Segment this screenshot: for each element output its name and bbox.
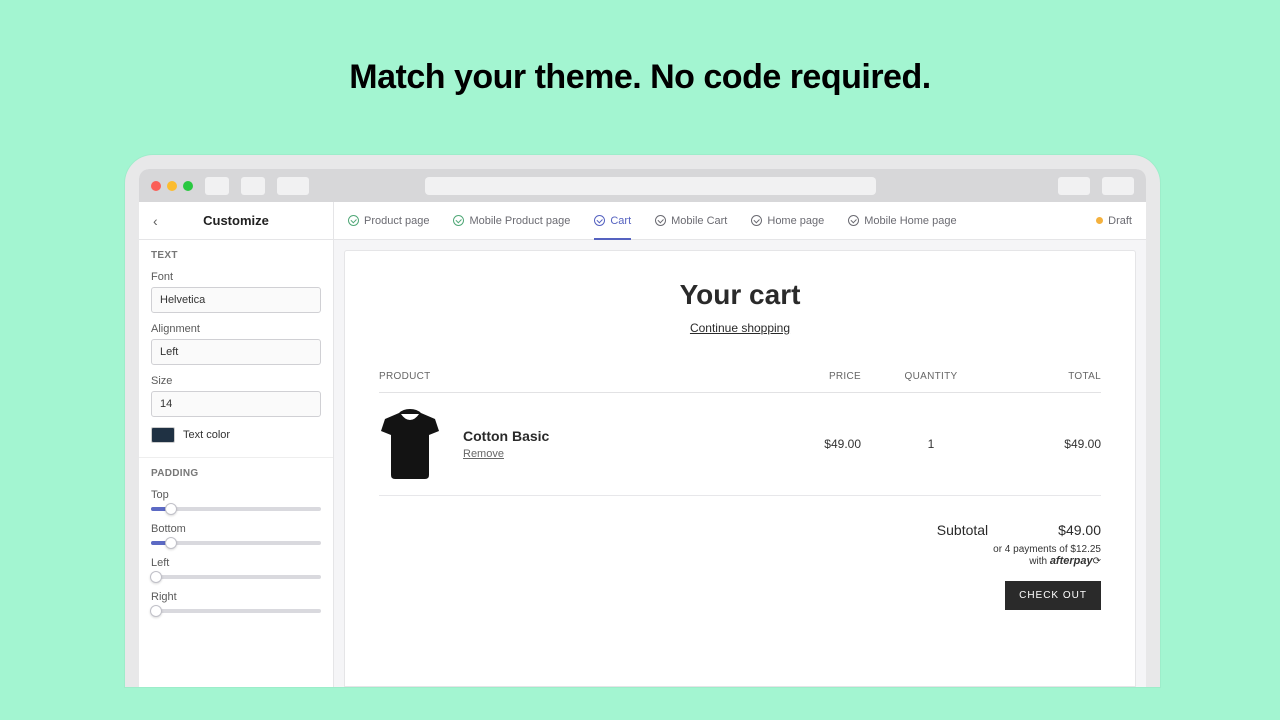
status-badge: Draft [1096, 215, 1132, 227]
tab-cart[interactable]: Cart [594, 202, 631, 239]
cart-summary: Subtotal $49.00 or 4 payments of $12.25 … [379, 522, 1101, 610]
tab-mobile-home-page[interactable]: Mobile Home page [848, 202, 956, 239]
remove-link[interactable]: Remove [463, 448, 549, 460]
close-icon[interactable] [151, 181, 161, 191]
col-price: PRICE [761, 371, 861, 382]
slider-label: Right [151, 591, 321, 603]
status-label: Draft [1108, 215, 1132, 227]
traffic-lights [151, 181, 193, 191]
slider-label: Top [151, 489, 321, 501]
subtotal-row: Subtotal $49.00 [379, 522, 1101, 538]
cart-row: Cotton Basic Remove $49.00 1 $49.00 [379, 393, 1101, 496]
chrome-button [1058, 177, 1090, 195]
col-quantity: QUANTITY [861, 371, 1001, 382]
cart-title: Your cart [379, 279, 1101, 311]
tab-home-page[interactable]: Home page [751, 202, 824, 239]
padding-top-row: Top [151, 489, 321, 511]
cart-table: PRODUCT PRICE QUANTITY TOTAL [379, 371, 1101, 496]
section-heading: PADDING [151, 468, 321, 479]
total-cell: $49.00 [1001, 437, 1101, 451]
main-panel: Product page Mobile Product page Cart Mo… [334, 202, 1146, 687]
afterpay-text: or 4 payments of $12.25 with afterpay⟳ [379, 544, 1101, 567]
padding-right-row: Right [151, 591, 321, 613]
hero-title: Match your theme. No code required. [0, 0, 1280, 97]
check-circle-icon [751, 215, 762, 226]
check-circle-icon [848, 215, 859, 226]
address-bar[interactable] [425, 177, 876, 195]
tshirt-icon [379, 409, 441, 479]
padding-bottom-row: Bottom [151, 523, 321, 545]
slider-label: Bottom [151, 523, 321, 535]
tab-label: Cart [610, 215, 631, 227]
subtotal-value: $49.00 [1058, 522, 1101, 538]
size-label: Size [151, 375, 321, 387]
status-dot-icon [1096, 217, 1103, 224]
text-color-label: Text color [183, 429, 230, 441]
afterpay-prefix: with [1029, 556, 1050, 567]
chrome-button [205, 177, 229, 195]
section-heading: TEXT [151, 250, 321, 261]
browser-chrome [139, 169, 1146, 202]
alignment-select[interactable] [151, 339, 321, 365]
browser-window: ‹ Customize TEXT Font Alignment Size Tex… [139, 169, 1146, 687]
app-body: ‹ Customize TEXT Font Alignment Size Tex… [139, 202, 1146, 687]
check-circle-icon [348, 215, 359, 226]
color-swatch-icon[interactable] [151, 427, 175, 443]
font-select[interactable] [151, 287, 321, 313]
slider-thumb-icon[interactable] [165, 503, 177, 515]
sidebar-header: ‹ Customize [139, 202, 333, 240]
col-total: TOTAL [1001, 371, 1101, 382]
size-input[interactable] [151, 391, 321, 417]
padding-left-slider[interactable] [151, 575, 321, 579]
padding-top-slider[interactable] [151, 507, 321, 511]
tab-mobile-cart[interactable]: Mobile Cart [655, 202, 727, 239]
tab-label: Product page [364, 215, 429, 227]
text-color-row[interactable]: Text color [151, 427, 321, 443]
checkout-button[interactable]: CHECK OUT [1005, 581, 1101, 610]
text-section: TEXT Font Alignment Size Text color [139, 240, 333, 458]
tab-label: Home page [767, 215, 824, 227]
minimize-icon[interactable] [167, 181, 177, 191]
check-circle-icon [655, 215, 666, 226]
continue-shopping-link[interactable]: Continue shopping [379, 321, 1101, 335]
afterpay-mark-icon: ⟳ [1093, 556, 1101, 567]
afterpay-logo-icon: afterpay [1050, 555, 1093, 567]
device-frame: ‹ Customize TEXT Font Alignment Size Tex… [125, 155, 1160, 687]
afterpay-line1: or 4 payments of $12.25 [993, 544, 1101, 555]
padding-section: PADDING Top Bottom [139, 458, 333, 639]
tab-label: Mobile Cart [671, 215, 727, 227]
tab-product-page[interactable]: Product page [348, 202, 429, 239]
slider-thumb-icon[interactable] [165, 537, 177, 549]
customize-sidebar: ‹ Customize TEXT Font Alignment Size Tex… [139, 202, 334, 687]
padding-right-slider[interactable] [151, 609, 321, 613]
cart-preview: Your cart Continue shopping PRODUCT PRIC… [344, 250, 1136, 687]
tab-label: Mobile Product page [469, 215, 570, 227]
product-cell: Cotton Basic Remove [379, 409, 761, 479]
tab-mobile-product-page[interactable]: Mobile Product page [453, 202, 570, 239]
padding-left-row: Left [151, 557, 321, 579]
slider-thumb-icon[interactable] [150, 605, 162, 617]
slider-label: Left [151, 557, 321, 569]
check-circle-icon [594, 215, 605, 226]
alignment-label: Alignment [151, 323, 321, 335]
slider-thumb-icon[interactable] [150, 571, 162, 583]
sidebar-title: Customize [139, 213, 333, 228]
tab-bar: Product page Mobile Product page Cart Mo… [334, 202, 1146, 240]
font-label: Font [151, 271, 321, 283]
chrome-button [241, 177, 265, 195]
padding-bottom-slider[interactable] [151, 541, 321, 545]
product-info: Cotton Basic Remove [463, 428, 549, 460]
product-name: Cotton Basic [463, 428, 549, 444]
quantity-cell: 1 [861, 437, 1001, 451]
chrome-button [277, 177, 309, 195]
cart-table-header: PRODUCT PRICE QUANTITY TOTAL [379, 371, 1101, 393]
tab-label: Mobile Home page [864, 215, 956, 227]
chrome-button [1102, 177, 1134, 195]
col-product: PRODUCT [379, 371, 761, 382]
price-cell: $49.00 [761, 437, 861, 451]
subtotal-label: Subtotal [937, 522, 988, 538]
maximize-icon[interactable] [183, 181, 193, 191]
check-circle-icon [453, 215, 464, 226]
back-icon[interactable]: ‹ [153, 213, 158, 229]
